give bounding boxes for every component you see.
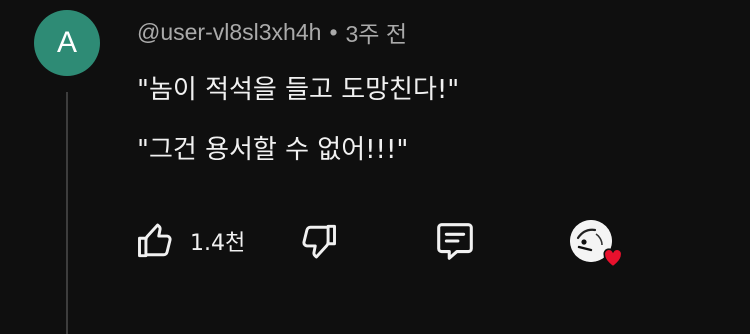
comment-meta: @user-vl8sl3xh4h • 3주 전 bbox=[137, 16, 407, 48]
creator-heart bbox=[568, 218, 632, 274]
thumbs-up-icon bbox=[134, 219, 178, 263]
avatar[interactable]: A bbox=[34, 10, 100, 76]
dislike-button[interactable] bbox=[296, 218, 340, 264]
avatar-letter: A bbox=[56, 26, 77, 59]
reply-button[interactable] bbox=[432, 218, 478, 264]
comment-text-line: "그건 용서할 수 없어!!!" bbox=[137, 135, 409, 165]
meta-separator: • bbox=[329, 18, 338, 45]
heart-icon bbox=[600, 244, 626, 270]
thumbs-down-icon bbox=[296, 219, 340, 263]
like-count: 1.4천 bbox=[190, 231, 246, 256]
timestamp[interactable]: 3주 전 bbox=[346, 15, 408, 49]
thread-line bbox=[66, 92, 68, 334]
username[interactable]: @user-vl8sl3xh4h bbox=[137, 19, 321, 46]
comment-text-line: "놈이 적석을 들고 도망친다!" bbox=[137, 75, 460, 105]
comment-icon bbox=[432, 218, 478, 264]
like-button[interactable]: 1.4천 bbox=[134, 218, 245, 264]
